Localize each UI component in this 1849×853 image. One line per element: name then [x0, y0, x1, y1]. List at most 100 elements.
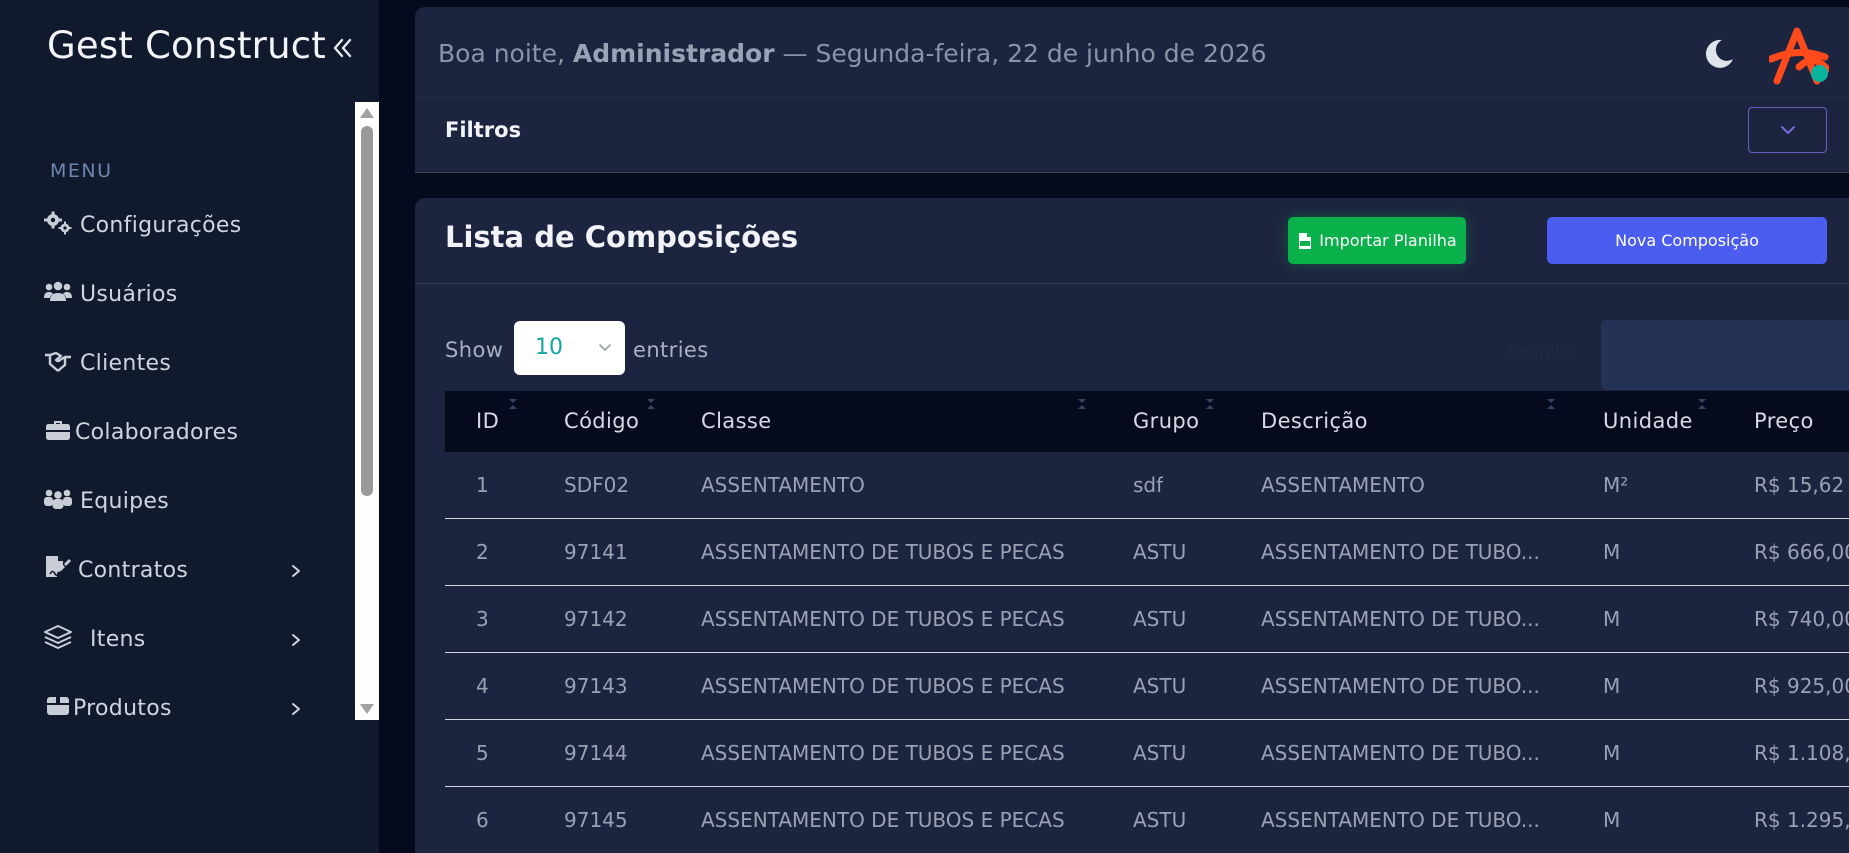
file-signature-icon: [43, 555, 73, 581]
show-label: Show: [445, 338, 504, 362]
cell-id: 1: [476, 473, 489, 497]
table-row[interactable]: 2 97141 ASSENTAMENTO DE TUBOS E PECAS AS…: [445, 519, 1849, 586]
sidebar-scrollbar[interactable]: [355, 102, 379, 720]
new-composition-label: Nova Composição: [1615, 231, 1759, 250]
sidebar-item-clientes[interactable]: Clientes: [0, 336, 355, 392]
cell-classe: ASSENTAMENTO DE TUBOS E PECAS: [701, 674, 1065, 698]
layers-icon: [43, 624, 73, 650]
gears-icon: [43, 210, 73, 236]
sidebar-item-itens[interactable]: Itens: [0, 612, 355, 668]
column-header-classe[interactable]: Classe: [701, 409, 772, 433]
cell-codigo: 97141: [564, 540, 628, 564]
cell-grupo: ASTU: [1133, 741, 1187, 765]
sidebar-item-label: Colaboradores: [75, 420, 239, 445]
box-icon: [43, 693, 73, 719]
table-row[interactable]: 3 97142 ASSENTAMENTO DE TUBOS E PECAS AS…: [445, 586, 1849, 653]
brand-title: Gest Construct: [47, 24, 326, 67]
greeting-date: — Segunda-feira, 22 de junho de 2026: [774, 39, 1267, 68]
sidebar-item-contratos[interactable]: Contratos: [0, 543, 355, 599]
cell-id: 5: [476, 741, 489, 765]
chevron-right-icon: [292, 634, 300, 646]
sort-icon: [1547, 399, 1555, 409]
sidebar-menu: Configurações Usuários Clientes Colabora…: [0, 198, 355, 720]
cell-unidade: M: [1603, 540, 1621, 564]
cell-id: 2: [476, 540, 489, 564]
table-header: ID Código Classe Grupo Descrição Unidade…: [445, 391, 1849, 452]
cell-unidade: M: [1603, 607, 1621, 631]
column-header-codigo[interactable]: Código: [564, 409, 639, 433]
compositions-card: Lista de Composições Importar Planilha N…: [415, 198, 1849, 853]
scroll-down-arrow[interactable]: [360, 704, 374, 714]
column-header-grupo[interactable]: Grupo: [1133, 409, 1199, 433]
cell-codigo: 97143: [564, 674, 628, 698]
people-group-icon: [43, 486, 73, 512]
theme-toggle-button[interactable]: [1702, 37, 1736, 71]
sidebar-item-label: Configurações: [80, 213, 242, 238]
sidebar-item-configuracoes[interactable]: Configurações: [0, 198, 355, 254]
cell-descricao: ASSENTAMENTO DE TUBO...: [1261, 808, 1540, 832]
cell-classe: ASSENTAMENTO DE TUBOS E PECAS: [701, 808, 1065, 832]
cell-preco: R$ 925,00: [1754, 674, 1849, 698]
entries-value: 10: [535, 335, 563, 360]
filters-title: Filtros: [445, 118, 522, 142]
search-label: Search:: [1507, 342, 1572, 362]
sidebar: Gest Construct MENU Configurações Usuári…: [0, 0, 379, 853]
column-header-id[interactable]: ID: [476, 409, 499, 433]
cell-unidade: M: [1603, 674, 1621, 698]
table-row[interactable]: 6 97145 ASSENTAMENTO DE TUBOS E PECAS AS…: [445, 787, 1849, 853]
column-header-descricao[interactable]: Descrição: [1261, 409, 1368, 433]
table-row[interactable]: 4 97143 ASSENTAMENTO DE TUBOS E PECAS AS…: [445, 653, 1849, 720]
sort-icon: [647, 399, 655, 409]
scrollbar-thumb[interactable]: [361, 126, 373, 496]
briefcase-icon: [43, 417, 73, 443]
cell-grupo: ASTU: [1133, 674, 1187, 698]
cell-codigo: 97142: [564, 607, 628, 631]
collapse-sidebar-button[interactable]: [326, 28, 358, 68]
sidebar-item-equipes[interactable]: Equipes: [0, 474, 355, 530]
cell-grupo: ASTU: [1133, 540, 1187, 564]
filters-panel: Filtros: [415, 97, 1849, 173]
column-header-unidade[interactable]: Unidade: [1603, 409, 1693, 433]
sidebar-item-usuarios[interactable]: Usuários: [0, 267, 355, 323]
table-row[interactable]: 1 SDF02 ASSENTAMENTO sdf ASSENTAMENTO M²…: [445, 452, 1849, 519]
chevron-down-icon: [599, 344, 611, 351]
moon-icon: [1705, 39, 1733, 68]
cell-classe: ASSENTAMENTO: [701, 473, 865, 497]
entries-per-page-select[interactable]: 10: [514, 321, 625, 375]
sort-icon: [1078, 399, 1086, 409]
users-icon: [43, 279, 73, 305]
cell-codigo: 97144: [564, 741, 628, 765]
cell-codigo: SDF02: [564, 473, 630, 497]
search-input[interactable]: [1601, 320, 1849, 390]
divider: [415, 283, 1849, 284]
cell-classe: ASSENTAMENTO DE TUBOS E PECAS: [701, 741, 1065, 765]
menu-heading: MENU: [50, 160, 113, 182]
filters-toggle-button[interactable]: [1748, 107, 1827, 153]
sort-icon: [1698, 399, 1706, 409]
cell-descricao: ASSENTAMENTO DE TUBO...: [1261, 540, 1540, 564]
sidebar-item-colaboradores[interactable]: Colaboradores: [0, 405, 355, 461]
sidebar-item-produtos[interactable]: Produtos: [0, 681, 355, 720]
greeting-prefix: Boa noite,: [438, 39, 573, 68]
cell-grupo: sdf: [1133, 473, 1164, 497]
cell-grupo: ASTU: [1133, 808, 1187, 832]
sidebar-item-label: Clientes: [80, 351, 172, 376]
cell-descricao: ASSENTAMENTO: [1261, 473, 1425, 497]
cell-classe: ASSENTAMENTO DE TUBOS E PECAS: [701, 540, 1065, 564]
cell-id: 4: [476, 674, 489, 698]
table-row[interactable]: 5 97144 ASSENTAMENTO DE TUBOS E PECAS AS…: [445, 720, 1849, 787]
cell-preco: R$ 15,62: [1754, 473, 1845, 497]
sidebar-item-label: Usuários: [80, 282, 178, 307]
cell-grupo: ASTU: [1133, 607, 1187, 631]
sidebar-item-label: Equipes: [80, 489, 169, 514]
compositions-table: ID Código Classe Grupo Descrição Unidade…: [445, 391, 1849, 853]
new-composition-button[interactable]: Nova Composição: [1547, 217, 1827, 264]
user-name: Administrador: [572, 39, 775, 68]
double-chevron-left-icon: [333, 38, 352, 58]
import-spreadsheet-button[interactable]: Importar Planilha: [1288, 217, 1466, 264]
cell-preco: R$ 1.295,00: [1754, 808, 1849, 832]
cell-id: 6: [476, 808, 489, 832]
scroll-up-arrow[interactable]: [360, 108, 374, 118]
cell-unidade: M: [1603, 808, 1621, 832]
column-header-preco[interactable]: Preço: [1754, 409, 1814, 433]
